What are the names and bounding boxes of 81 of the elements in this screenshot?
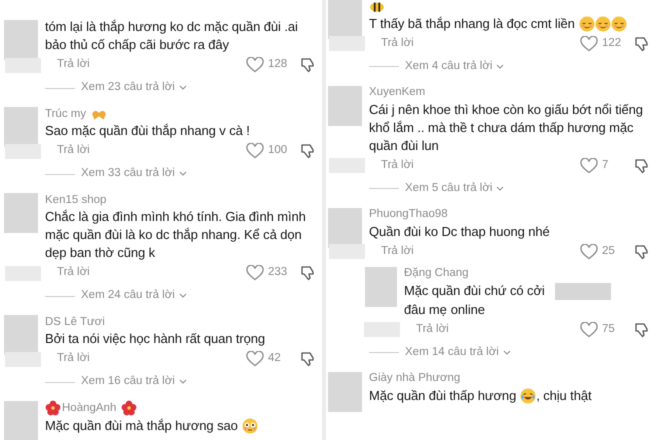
comment-author: Trúc my bbox=[45, 106, 86, 122]
flower-icon bbox=[121, 400, 138, 416]
comment-text: , chịu thật bbox=[536, 388, 592, 404]
blurred-date bbox=[5, 352, 41, 366]
blurred-date bbox=[5, 144, 41, 158]
heart-icon bbox=[246, 351, 264, 367]
chevron-down-icon bbox=[178, 171, 187, 177]
like-button[interactable]: 100 bbox=[246, 142, 292, 160]
comment-author: PhuongThao98 bbox=[369, 207, 449, 222]
view-replies-link[interactable]: Xem 16 câu trả lời bbox=[81, 373, 187, 391]
like-button[interactable]: 122 bbox=[580, 34, 626, 52]
chevron-down-icon bbox=[496, 64, 504, 70]
comment-author: Giày nhà Phương bbox=[369, 371, 462, 386]
like-button[interactable]: 233 bbox=[246, 264, 292, 282]
dislike-icon bbox=[634, 158, 650, 174]
relieved-face-icon bbox=[594, 16, 611, 32]
comment-author: Đặng Chang bbox=[404, 266, 470, 282]
reply-link[interactable]: Trả lời bbox=[57, 142, 90, 160]
relieved-face-icon bbox=[578, 16, 595, 32]
blurred-date bbox=[329, 36, 365, 52]
view-replies-link[interactable]: Xem 24 câu trả lời bbox=[81, 287, 187, 305]
heart-icon bbox=[246, 143, 264, 159]
comment-text: Mặc quần đùi thấp hương bbox=[369, 388, 516, 404]
blurred-date bbox=[5, 58, 41, 72]
comment-author: DS Lê Tươi bbox=[45, 314, 106, 330]
blurred-word bbox=[554, 282, 611, 300]
reply-link[interactable]: Trả lời bbox=[57, 56, 90, 74]
comment-text: Chắc là gia đình mình khó tính. Gia đình mình mặc quần đùi là ko dc thắp nhang. Kể cả dọn dẹp ban thờ cũng k bbox=[45, 208, 307, 262]
comment-text: Mặc quần đùi mà thắp hương sao bbox=[45, 418, 238, 433]
flushed-face-icon bbox=[242, 418, 258, 434]
view-replies-link[interactable]: Xem 33 câu trả lời bbox=[81, 165, 187, 183]
chevron-down-icon bbox=[496, 186, 504, 192]
flower-icon bbox=[45, 400, 61, 416]
chevron-down-icon bbox=[178, 85, 187, 91]
chevron-down-icon bbox=[178, 379, 187, 385]
like-button[interactable]: 75 bbox=[580, 321, 626, 338]
reply-link[interactable]: Trả lời bbox=[416, 321, 449, 338]
dislike-icon bbox=[300, 57, 316, 73]
comment-text: T thấy bã thắp nhang là đọc cmt liền bbox=[369, 16, 575, 31]
heart-icon bbox=[246, 57, 264, 73]
view-replies-link[interactable]: Xem 23 câu trả lời bbox=[81, 79, 187, 97]
blurred-date bbox=[329, 244, 365, 260]
comment-author: HoàngAnh bbox=[62, 400, 116, 416]
comment-text: Cái j nên khoe thì khoe còn ko giấu bớt nổi tiếng khổ lắm .. mà thề t chưa dám thấp hương mặc quần đùi lun bbox=[369, 100, 644, 155]
heart-icon bbox=[580, 322, 598, 338]
reply-link[interactable]: Trả lời bbox=[381, 242, 414, 260]
comment-text: Quần đùi ko Dc thap huong nhé bbox=[369, 222, 551, 241]
reply-link[interactable]: Trả lời bbox=[381, 156, 414, 174]
like-button[interactable]: 7 bbox=[580, 156, 626, 174]
relieved-face-icon bbox=[610, 16, 627, 32]
dislike-icon bbox=[300, 143, 316, 159]
dislike-icon bbox=[300, 265, 316, 281]
dislike-icon bbox=[634, 244, 650, 260]
heart-icon bbox=[246, 265, 264, 281]
dislike-icon bbox=[634, 322, 650, 338]
like-button[interactable]: 128 bbox=[246, 56, 292, 74]
comment-text: đâu mẹ bbox=[404, 302, 447, 317]
comment-text: Bởi ta nói việc học hành rất quan trọng bbox=[45, 330, 266, 348]
chevron-down-icon bbox=[502, 350, 511, 356]
bee-icon bbox=[369, 0, 385, 14]
reply-link[interactable]: Trả lời bbox=[381, 34, 414, 52]
heart-icon bbox=[580, 244, 598, 260]
view-replies-link[interactable]: Xem 4 câu trả lời bbox=[405, 58, 504, 76]
like-button[interactable]: 25 bbox=[580, 242, 626, 260]
comment-text: tóm lại là thắp hương ko dc mặc quần đùi .ai bảo thủ cố chấp cãi bước ra đây bbox=[45, 18, 299, 54]
comment-text: Mặc quần đùi chứ có cởi bbox=[404, 283, 545, 298]
chevron-down-icon bbox=[178, 293, 187, 299]
view-replies-link[interactable]: Xem 14 câu trả lời bbox=[405, 344, 511, 362]
reply-link[interactable]: Trả lời bbox=[57, 264, 90, 282]
laughing-face-icon bbox=[520, 388, 536, 404]
comment-text: Sao mặc quần đùi thắp nhang v cà ! bbox=[45, 122, 251, 140]
like-button[interactable]: 42 bbox=[246, 350, 292, 368]
heart-icon bbox=[580, 36, 598, 52]
view-replies-link[interactable]: Xem 5 câu trả lời bbox=[405, 180, 504, 198]
comment-author: XuyenKem bbox=[369, 85, 426, 100]
comment-author: Ken15 shop bbox=[45, 192, 108, 208]
comment-text: online bbox=[450, 302, 485, 317]
reply-link[interactable]: Trả lời bbox=[57, 350, 90, 368]
dislike-icon bbox=[300, 351, 316, 367]
dislike-icon bbox=[634, 36, 650, 52]
heart-icon bbox=[580, 158, 598, 174]
